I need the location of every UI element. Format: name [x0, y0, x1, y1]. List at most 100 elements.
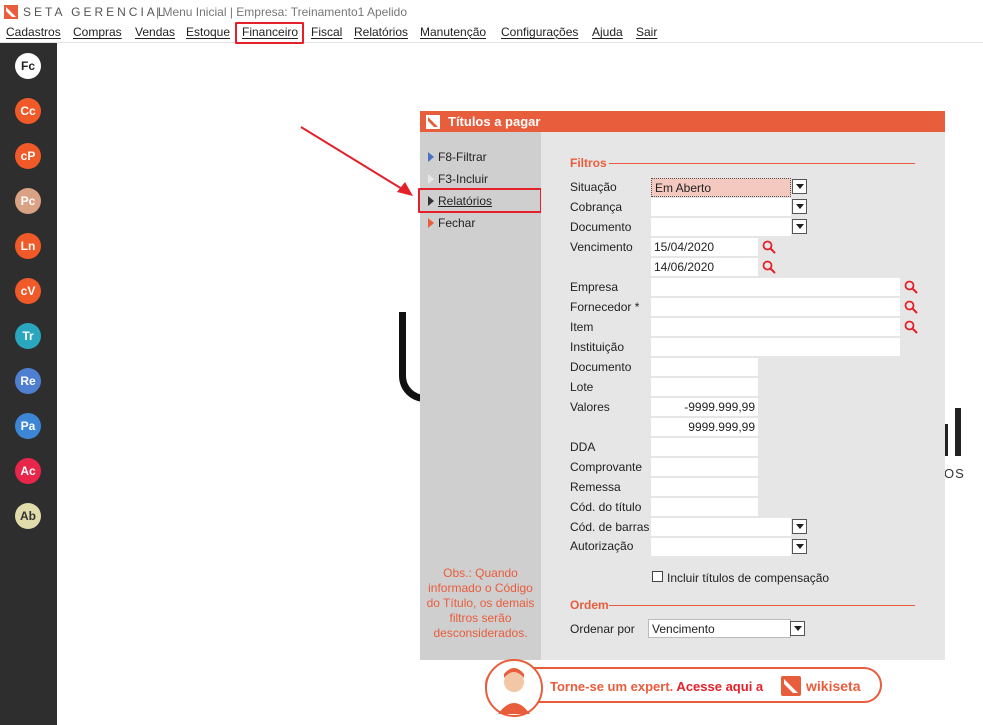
relatorios-highlight-box	[418, 188, 542, 213]
empresa-search-icon[interactable]	[904, 280, 918, 294]
compensacao-label: Incluir títulos de compensação	[667, 571, 830, 585]
filters-section-divider	[609, 163, 915, 164]
obs-note: Obs.: Quando informado o Código do Títul…	[426, 566, 535, 640]
order-label: Ordenar por	[570, 622, 635, 636]
valores-max-input[interactable]: 9999.999,99	[651, 418, 758, 437]
fornecedor-input[interactable]	[651, 298, 900, 317]
module-cc-button[interactable]: Cc	[15, 98, 41, 124]
action-fechar-label: Fechar	[438, 216, 476, 230]
module-tr-button[interactable]: Tr	[15, 323, 41, 349]
autorizacao-label: Autorização	[570, 539, 634, 553]
cod-barras-label: Cód. de barras	[570, 520, 650, 534]
vencimento-from-search-icon[interactable]	[762, 240, 776, 254]
module-ac-button[interactable]: Ac	[15, 458, 41, 484]
module-re-button[interactable]: Re	[15, 368, 41, 394]
empresa-label: Empresa	[570, 280, 619, 294]
documento-label: Documento	[570, 360, 632, 374]
menu-bar: Cadastros Compras Vendas Estoque Finance…	[0, 23, 983, 43]
autorizacao-dropdown-icon[interactable]	[792, 539, 807, 554]
item-input[interactable]	[651, 318, 900, 337]
order-select[interactable]: Vencimento	[648, 619, 791, 638]
menu-cadastros[interactable]: Cadastros	[6, 25, 61, 39]
module-sidebar: Fc Cc cP Pc Ln cV Tr Re Pa Ac Ab	[0, 43, 57, 725]
wikiseta-logo-icon	[781, 676, 801, 696]
cobranca-dropdown-icon[interactable]	[792, 199, 807, 214]
remessa-label: Remessa	[570, 480, 621, 494]
menu-sair[interactable]: Sair	[636, 25, 657, 39]
comprovante-input[interactable]	[651, 458, 758, 477]
valores-label: Valores	[570, 400, 610, 414]
remessa-input[interactable]	[651, 478, 758, 497]
menu-configuracoes[interactable]: Configurações	[501, 25, 578, 39]
vencimento-to-input[interactable]: 14/06/2020	[651, 258, 758, 277]
cod-barras-dropdown-icon[interactable]	[792, 519, 807, 534]
menu-manutencao[interactable]: Manutenção	[420, 25, 486, 39]
empresa-input[interactable]	[651, 278, 900, 297]
lote-input[interactable]	[651, 378, 758, 397]
autorizacao-select[interactable]	[651, 538, 791, 557]
banner-text: Torne-se um expert. Acesse aqui a	[550, 679, 764, 694]
module-ln-button[interactable]: Ln	[15, 233, 41, 259]
documento-select-label: Documento	[570, 220, 632, 234]
module-cv-button[interactable]: cV	[15, 278, 41, 304]
module-cp-button[interactable]: cP	[15, 143, 41, 169]
banner-brand: wikiseta	[806, 678, 861, 694]
expert-avatar-icon	[485, 659, 543, 717]
title-bar: SETA GERENCIAL | Menu Inicial | Empresa:…	[0, 0, 983, 23]
menu-ajuda[interactable]: Ajuda	[592, 25, 623, 39]
background-logo-fragment-right	[942, 408, 961, 456]
cod-barras-select[interactable]	[651, 518, 791, 537]
order-dropdown-icon[interactable]	[790, 621, 805, 636]
dda-label: DDA	[570, 440, 596, 454]
order-section-title: Ordem	[570, 598, 609, 612]
instituicao-label: Instituição	[570, 340, 625, 354]
module-pa-button[interactable]: Pa	[15, 413, 41, 439]
item-search-icon[interactable]	[904, 320, 918, 334]
documento-dropdown-icon[interactable]	[792, 219, 807, 234]
instituicao-input[interactable]	[651, 338, 900, 357]
menu-estoque[interactable]: Estoque	[186, 25, 230, 39]
grey-triangle-icon	[428, 174, 434, 184]
module-fc-button[interactable]: Fc	[15, 53, 41, 79]
vencimento-from-input[interactable]: 15/04/2020	[651, 238, 758, 257]
vencimento-to-search-icon[interactable]	[762, 260, 776, 274]
window-title: | Menu Inicial | Empresa: Treinamento1 A…	[156, 5, 408, 19]
red-arrow-annotation	[300, 126, 413, 196]
orange-triangle-icon	[428, 218, 434, 228]
action-filtrar-label: F8-Filtrar	[438, 150, 487, 164]
wikiseta-banner[interactable]: Torne-se um expert. Acesse aqui a wikise…	[485, 667, 882, 703]
background-logo-text-fragment: OS	[944, 466, 965, 481]
module-ab-button[interactable]: Ab	[15, 503, 41, 529]
situacao-dropdown-icon[interactable]	[792, 179, 807, 194]
filters-section-title: Filtros	[570, 156, 607, 170]
menu-compras[interactable]: Compras	[73, 25, 122, 39]
documento-select[interactable]	[651, 218, 791, 237]
app-brand: SETA GERENCIAL	[23, 5, 168, 19]
cod-titulo-input[interactable]	[651, 498, 758, 517]
item-label: Item	[570, 320, 594, 334]
fornecedor-search-icon[interactable]	[904, 300, 918, 314]
seta-logo-icon	[4, 5, 18, 19]
dda-input[interactable]	[651, 438, 758, 457]
financeiro-highlight-box	[235, 22, 304, 44]
compensacao-checkbox[interactable]	[652, 571, 663, 582]
vencimento-label: Vencimento	[570, 240, 633, 254]
blue-triangle-icon	[428, 152, 434, 162]
cobranca-label: Cobrança	[570, 200, 623, 214]
fornecedor-label: Fornecedor *	[570, 300, 640, 314]
documento-input[interactable]	[651, 358, 758, 377]
situacao-label: Situação	[570, 180, 617, 194]
seta-logo-icon	[426, 115, 440, 129]
order-section-divider	[609, 605, 915, 606]
cobranca-select[interactable]	[651, 198, 791, 217]
situacao-select[interactable]: Em Aberto	[651, 178, 791, 197]
action-incluir-label: F3-Incluir	[438, 172, 489, 186]
menu-fiscal[interactable]: Fiscal	[311, 25, 342, 39]
lote-label: Lote	[570, 380, 594, 394]
menu-vendas[interactable]: Vendas	[135, 25, 175, 39]
module-pc-button[interactable]: Pc	[15, 188, 41, 214]
dialog-title-bar: Títulos a pagar	[420, 111, 945, 132]
menu-relatorios[interactable]: Relatórios	[354, 25, 408, 39]
valores-min-input[interactable]: -9999.999,99	[651, 398, 758, 417]
dialog-title: Títulos a pagar	[448, 114, 541, 129]
